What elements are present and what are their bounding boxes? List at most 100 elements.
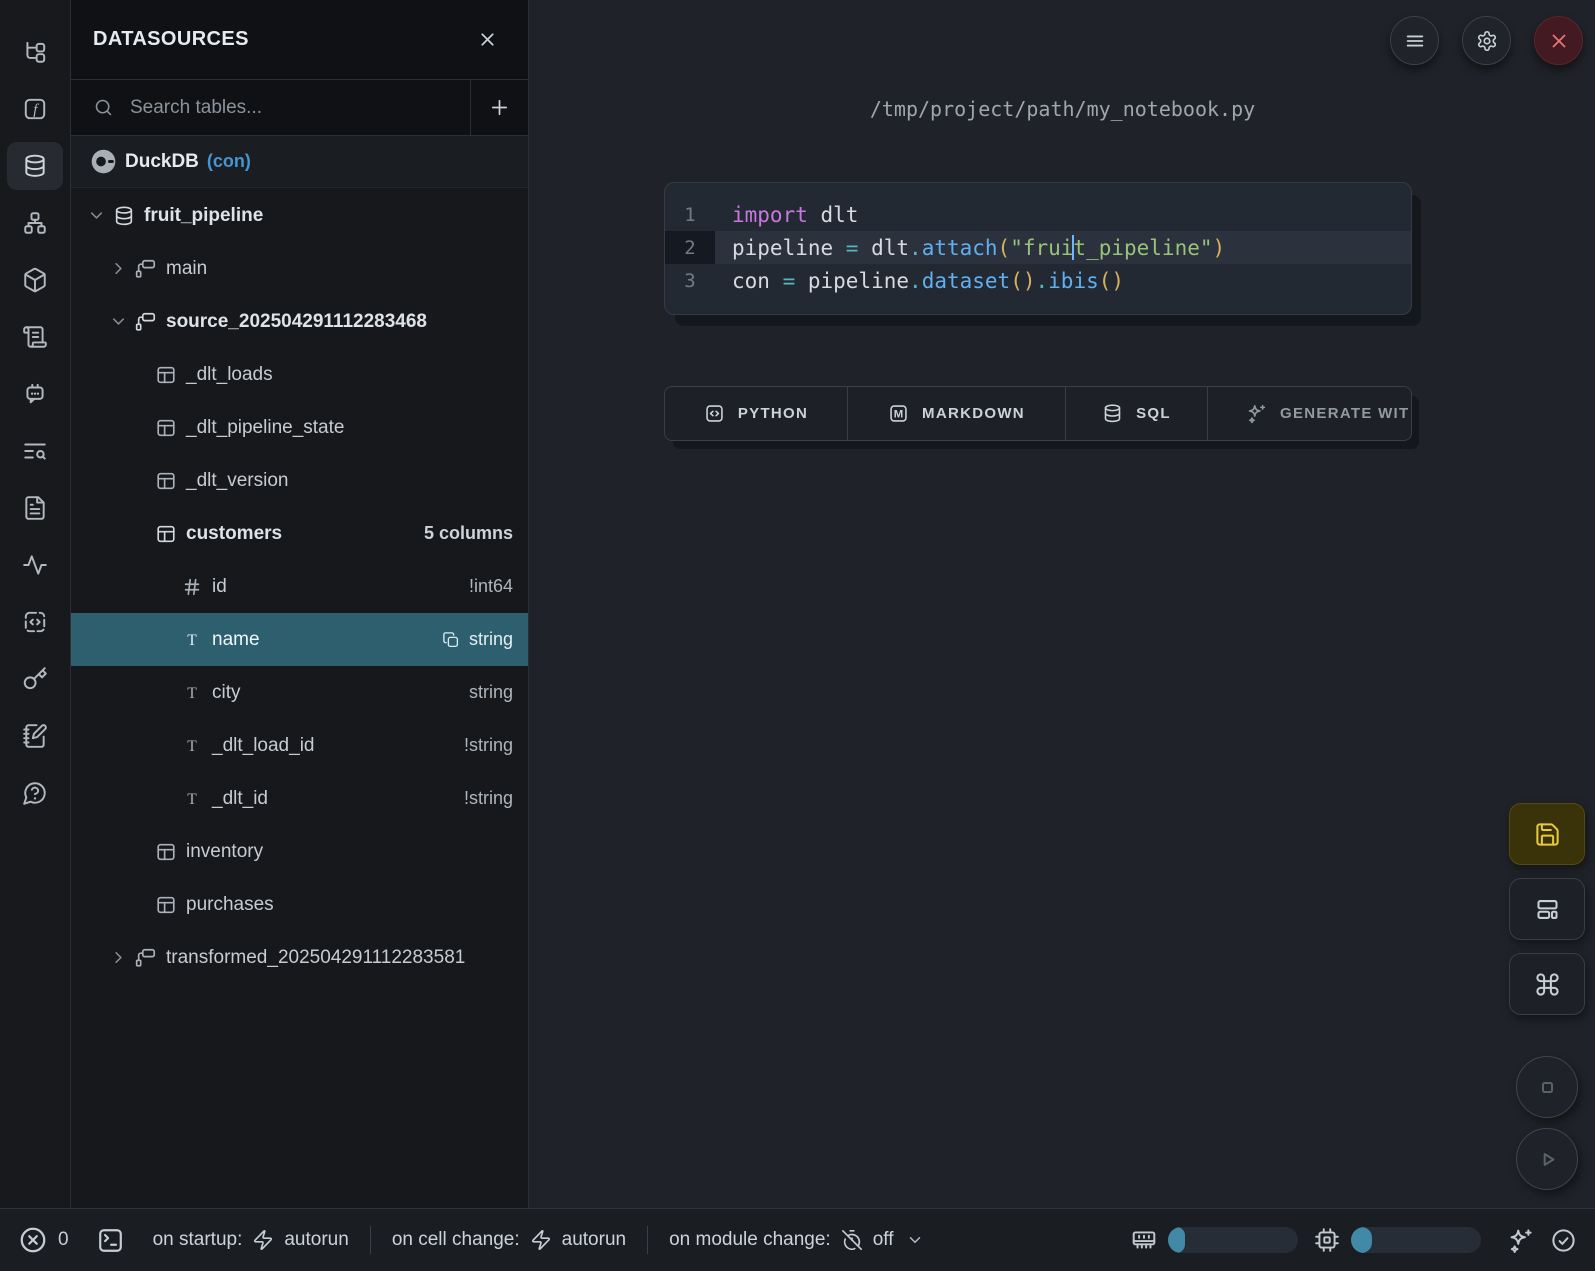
shutdown-button[interactable] (1534, 16, 1583, 65)
functions-icon: f (22, 96, 48, 122)
error-indicator[interactable]: 0 (18, 1225, 69, 1255)
layout-button[interactable] (1509, 878, 1585, 940)
save-button[interactable] (1509, 803, 1585, 865)
tree-row-id[interactable]: id !int64 (71, 560, 528, 613)
code-line[interactable]: 3con = pipeline.dataset().ibis() (665, 264, 1411, 297)
menu-button[interactable] (1390, 16, 1439, 65)
setting-on-cell-change[interactable]: on cell change:autorun (392, 1229, 626, 1251)
chevron-down-icon[interactable] (109, 312, 128, 331)
tree-row-main[interactable]: main (71, 242, 528, 295)
sidebar-item-logs[interactable] (7, 313, 63, 361)
column-type: !string (464, 735, 513, 756)
add-datasource-button[interactable] (470, 80, 528, 135)
setting-label: on cell change: (392, 1229, 520, 1251)
tree-row-name[interactable]: Tnamestring (71, 613, 528, 666)
tree-row-purchases[interactable]: purchases (71, 878, 528, 931)
column-type: !int64 (469, 576, 513, 597)
add-button-label: SQL (1136, 405, 1171, 422)
stop-button[interactable] (1516, 1056, 1578, 1118)
add-generate-wit-button[interactable]: GENERATE WIT (1207, 387, 1411, 440)
tree-row-customers[interactable]: customers5 columns (71, 507, 528, 560)
schema-icon (135, 258, 157, 280)
sidebar-item-help[interactable] (7, 769, 63, 817)
tree-row-label: city (212, 682, 241, 704)
tree-row-transformed-202504291112283581[interactable]: transformed_202504291112283581 (71, 931, 528, 984)
tree-row-dlt-load-id[interactable]: T_dlt_load_id!string (71, 719, 528, 772)
sidebar-item-datasources[interactable] (7, 142, 63, 190)
sidebar-item-secrets[interactable] (7, 655, 63, 703)
sidebar-item-scratchpad[interactable] (7, 598, 63, 646)
database-icon (22, 153, 48, 179)
sidebar-item-tracebacks[interactable] (7, 427, 63, 475)
close-panel-icon[interactable] (477, 29, 498, 50)
keyboard-shortcuts-button[interactable] (1509, 953, 1585, 1015)
connection-status-icon[interactable] (1550, 1227, 1577, 1254)
schema-icon (135, 311, 157, 333)
sidebar-item-file-explorer[interactable] (7, 28, 63, 76)
code-line[interactable]: 2pipeline = dlt.attach("fruit_pipeline") (665, 231, 1411, 264)
close-icon (1548, 30, 1570, 52)
tree-row-dlt-pipeline-state[interactable]: _dlt_pipeline_state (71, 401, 528, 454)
add-sql-button[interactable]: SQL (1065, 387, 1207, 440)
tree-row-dlt-loads[interactable]: _dlt_loads (71, 348, 528, 401)
table-icon (155, 417, 177, 439)
key-icon (22, 666, 48, 692)
status-bar: 0 on startup:autorun on cell change:autor… (0, 1208, 1595, 1271)
sidebar-item-runtime[interactable] (7, 541, 63, 589)
tree-row-label: transformed_202504291112283581 (166, 947, 465, 969)
add-cell-bar: PYTHONMMARKDOWN SQL GENERATE WIT (664, 386, 1412, 441)
duckdb-logo-icon (90, 148, 117, 175)
tree-row-fruit-pipeline[interactable]: fruit_pipeline (71, 189, 528, 242)
tree-row-city[interactable]: Tcitystring (71, 666, 528, 719)
setting-on-module-change[interactable]: on module change:off (669, 1229, 923, 1251)
zap-icon (530, 1229, 552, 1251)
memory-meter (1131, 1227, 1298, 1253)
sidebar-item-ai-chat[interactable] (7, 370, 63, 418)
setting-on-startup[interactable]: on startup:autorun (153, 1229, 349, 1251)
add-python-button[interactable]: PYTHON (665, 387, 847, 440)
box-icon (22, 267, 48, 293)
code-line[interactable]: 1import dlt (665, 198, 1411, 231)
hash-icon (181, 576, 203, 598)
sidebar-item-packages[interactable] (7, 256, 63, 304)
ai-sparkles-icon[interactable] (1507, 1227, 1534, 1254)
tree-row-dlt-version[interactable]: _dlt_version (71, 454, 528, 507)
tree-row-inventory[interactable]: inventory (71, 825, 528, 878)
tree-row-source-202504291112283468[interactable]: source_202504291112283468 (71, 295, 528, 348)
circle-x-icon (18, 1225, 48, 1255)
tree-row-label: id (212, 576, 227, 598)
play-icon (1534, 1146, 1561, 1173)
chevron-down-icon[interactable] (906, 1231, 924, 1249)
error-count: 0 (58, 1229, 69, 1251)
connection-alias: (con) (207, 151, 251, 172)
svg-text:M: M (894, 408, 903, 420)
chevron-right-icon[interactable] (109, 948, 128, 967)
copy-icon[interactable] (442, 631, 460, 649)
chevron-down-icon[interactable] (87, 206, 106, 225)
database-icon (1102, 403, 1123, 424)
terminal-button[interactable] (96, 1226, 125, 1255)
tree-row-dlt-id[interactable]: T_dlt_id!string (71, 772, 528, 825)
tree-row-label: fruit_pipeline (144, 205, 263, 227)
marimo-app: f DATASOURCES DuckDB (con) fruit_pipelin… (0, 0, 1595, 1271)
sidebar-item-notebook[interactable] (7, 712, 63, 760)
settings-button[interactable] (1462, 16, 1511, 65)
add-markdown-button[interactable]: MMARKDOWN (847, 387, 1065, 440)
tree-row-label: purchases (186, 894, 274, 916)
code-cell[interactable]: 1import dlt2pipeline = dlt.attach("fruit… (664, 182, 1412, 315)
connection-row[interactable]: DuckDB (con) (71, 136, 528, 188)
sidebar-item-functions[interactable]: f (7, 85, 63, 133)
run-button[interactable] (1516, 1128, 1578, 1190)
schema-tree: fruit_pipelinemainsource_202504291112283… (71, 189, 528, 984)
chevron-right-icon[interactable] (109, 259, 128, 278)
sidebar-item-documentation[interactable] (7, 484, 63, 532)
run-settings: on startup:autorun on cell change:autorun… (153, 1226, 924, 1254)
cell-actions-rail (1509, 803, 1585, 1200)
sidebar-item-dependencies[interactable] (7, 199, 63, 247)
tree-row-meta: !string (464, 788, 513, 809)
file-text-icon (22, 495, 48, 521)
setting-label: on startup: (153, 1229, 243, 1251)
search-input[interactable] (128, 96, 470, 120)
tree-row-label: _dlt_load_id (212, 735, 314, 757)
column-type: string (469, 682, 513, 703)
